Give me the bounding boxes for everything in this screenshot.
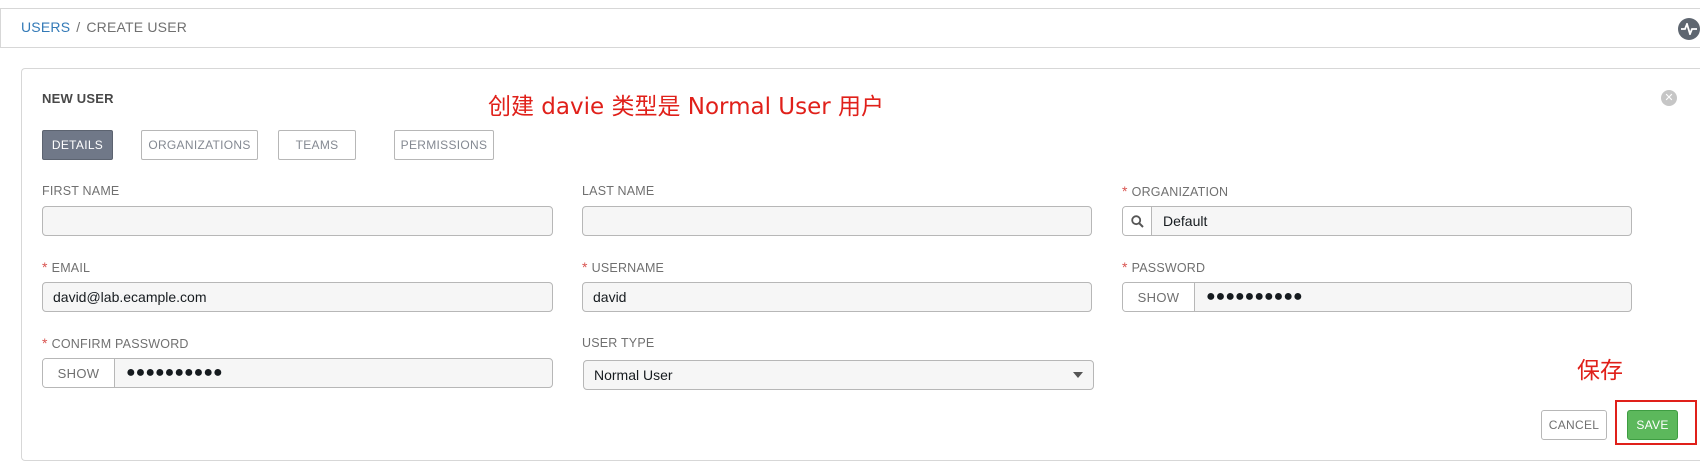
password-field[interactable]: SHOW ●●●●●●●●●● (1122, 282, 1632, 312)
tab-teams[interactable]: TEAMS (278, 130, 356, 160)
cancel-button[interactable]: CANCEL (1541, 410, 1607, 440)
password-show-button[interactable]: SHOW (1123, 283, 1195, 311)
username-input[interactable]: david (582, 282, 1092, 312)
tab-permissions[interactable]: PERMISSIONS (394, 130, 494, 160)
required-asterisk: * (42, 335, 48, 351)
password-input[interactable]: ●●●●●●●●●● (1195, 283, 1631, 311)
confirm-password-label: * CONFIRM PASSWORD (42, 335, 189, 351)
required-asterisk: * (1122, 183, 1128, 199)
breadcrumb: USERS / CREATE USER (21, 19, 187, 35)
email-input[interactable]: david@lab.ecample.com (42, 282, 553, 312)
save-highlight-box (1615, 400, 1697, 445)
first-name-input[interactable] (42, 206, 553, 236)
required-asterisk: * (582, 259, 588, 275)
top-bar: USERS / CREATE USER (0, 8, 1700, 48)
annotation-save-note: 保存 (1577, 358, 1623, 384)
breadcrumb-separator: / (76, 19, 81, 35)
search-icon[interactable] (1123, 207, 1152, 235)
organization-label: * ORGANIZATION (1122, 183, 1229, 199)
required-asterisk: * (42, 259, 48, 275)
annotation-title-note: 创建 davie 类型是 Normal User 用户 (488, 94, 885, 120)
required-asterisk: * (1122, 259, 1128, 275)
first-name-label: FIRST NAME (42, 184, 120, 198)
user-type-label: USER TYPE (582, 336, 655, 350)
confirm-password-input[interactable]: ●●●●●●●●●● (115, 359, 552, 387)
breadcrumb-users-link[interactable]: USERS (21, 19, 70, 35)
organization-lookup[interactable]: Default (1122, 206, 1632, 236)
username-label: * USERNAME (582, 259, 665, 275)
email-label: * EMAIL (42, 259, 91, 275)
organization-value[interactable]: Default (1152, 207, 1631, 235)
activity-stream-icon[interactable] (1678, 18, 1700, 40)
last-name-input[interactable] (582, 206, 1092, 236)
password-mask: ●●●●●●●●●● (1206, 288, 1303, 305)
confirm-password-show-button[interactable]: SHOW (43, 359, 115, 387)
tab-details[interactable]: DETAILS (42, 130, 113, 160)
tab-organizations[interactable]: ORGANIZATIONS (141, 130, 258, 160)
confirm-password-mask: ●●●●●●●●●● (126, 364, 223, 381)
password-label: * PASSWORD (1122, 259, 1206, 275)
user-type-value: Normal User (594, 367, 673, 383)
close-icon[interactable]: ✕ (1661, 90, 1677, 106)
chevron-down-icon (1073, 372, 1083, 378)
last-name-label: LAST NAME (582, 184, 655, 198)
breadcrumb-current: CREATE USER (86, 19, 188, 35)
new-user-panel: NEW USER 创建 davie 类型是 Normal User 用户 ✕ D… (21, 68, 1700, 461)
panel-title: NEW USER (42, 91, 114, 106)
user-type-select[interactable]: Normal User (583, 360, 1094, 390)
confirm-password-field[interactable]: SHOW ●●●●●●●●●● (42, 358, 553, 388)
